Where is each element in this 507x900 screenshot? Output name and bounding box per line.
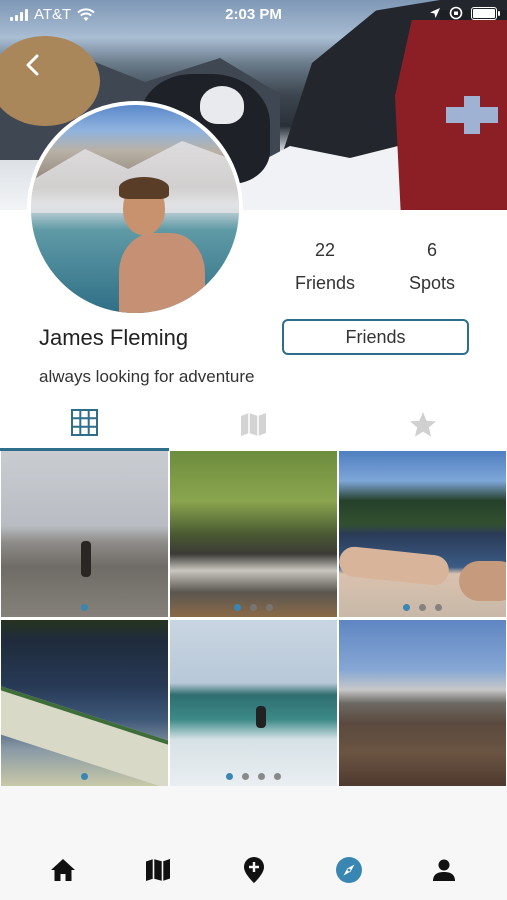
post-thumbnail[interactable] (170, 451, 337, 617)
status-bar: AT&T 2:03 PM (0, 0, 507, 32)
nav-home[interactable] (43, 850, 83, 890)
carousel-dots (1, 604, 168, 611)
carousel-dot (258, 773, 265, 780)
photo-grid (1, 451, 507, 786)
carousel-dot (250, 604, 257, 611)
tab-grid[interactable] (0, 397, 169, 451)
friends-stat[interactable]: 22 Friends (280, 240, 370, 294)
carousel-dot (234, 604, 241, 611)
star-icon (409, 411, 436, 437)
carousel-dot (274, 773, 281, 780)
post-thumbnail[interactable] (1, 451, 168, 617)
carousel-dots (170, 604, 337, 611)
carousel-dots (170, 773, 337, 780)
carousel-dot (266, 604, 273, 611)
post-thumbnail[interactable] (339, 451, 506, 617)
profile-name: James Fleming (39, 325, 189, 350)
profile-tabs (0, 397, 507, 451)
tab-favorites[interactable] (338, 397, 507, 451)
avatar (27, 101, 243, 317)
nav-add-spot[interactable] (234, 850, 274, 890)
spots-label: Spots (408, 273, 456, 293)
post-thumbnail[interactable] (339, 620, 506, 786)
carousel-dot (226, 773, 233, 780)
carousel-dot (403, 604, 410, 611)
map-icon (146, 859, 170, 881)
profile-screen: AT&T 2:03 PM 22 Friends 6 Spots James Fl… (0, 0, 507, 900)
friends-button[interactable]: Friends (282, 319, 469, 355)
carousel-dot (419, 604, 426, 611)
spots-stat[interactable]: 6 Spots (392, 240, 472, 294)
spots-count: 6 (426, 240, 437, 260)
grid-icon (71, 409, 98, 436)
post-thumbnail[interactable] (170, 620, 337, 786)
carousel-dots (1, 773, 168, 780)
add-location-icon (244, 857, 264, 883)
battery-icon (471, 6, 500, 20)
carousel-dots (339, 604, 506, 611)
chevron-left-icon (26, 54, 39, 76)
profile-bio: always looking for adventure (39, 367, 255, 386)
person-icon (433, 859, 455, 881)
back-button[interactable] (18, 50, 48, 80)
friends-label: Friends (294, 273, 356, 293)
nav-profile[interactable] (424, 850, 464, 890)
post-thumbnail[interactable] (1, 620, 168, 786)
carousel-dot (81, 773, 88, 780)
home-icon (51, 859, 75, 881)
compass-icon (336, 857, 362, 883)
carousel-dot (81, 604, 88, 611)
carousel-dot (242, 773, 249, 780)
tab-map[interactable] (169, 397, 338, 451)
friends-count: 22 (314, 240, 336, 260)
nav-map[interactable] (138, 850, 178, 890)
map-icon (241, 412, 266, 436)
location-arrow-icon (430, 8, 440, 18)
nav-explore[interactable] (329, 850, 369, 890)
bottom-nav (0, 786, 507, 900)
carousel-dot (435, 604, 442, 611)
lock-rotation-icon (449, 6, 463, 20)
